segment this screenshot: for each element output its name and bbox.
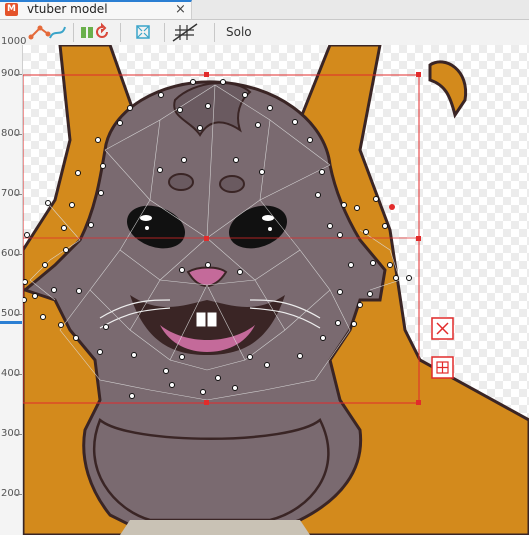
model-artwork bbox=[23, 45, 529, 535]
vertical-ruler: 1000 900 800 700 600 500 400 300 200 bbox=[0, 36, 26, 535]
toolbar: Solo bbox=[0, 20, 529, 46]
toolbar-separator bbox=[214, 23, 215, 42]
ruler-position-marker bbox=[0, 321, 22, 324]
canvas-viewport[interactable] bbox=[23, 45, 529, 535]
toolbar-separator bbox=[73, 23, 74, 42]
tab-bar: M vtuber model × bbox=[0, 0, 529, 20]
app-logo-icon: M bbox=[5, 3, 18, 16]
close-icon[interactable]: × bbox=[175, 2, 186, 17]
tab-title: vtuber model bbox=[27, 2, 108, 16]
rotate-icon[interactable] bbox=[94, 22, 110, 43]
solo-toggle[interactable]: Solo bbox=[226, 25, 252, 39]
mesh-edit-icon[interactable] bbox=[28, 22, 68, 43]
deformer-icon[interactable] bbox=[80, 22, 94, 43]
delete-box-icon[interactable] bbox=[431, 317, 454, 340]
tab-vtuber-model[interactable]: M vtuber model × bbox=[0, 0, 192, 19]
grid-icon[interactable] bbox=[170, 22, 200, 43]
fit-view-icon[interactable] bbox=[134, 22, 152, 43]
toolbar-separator bbox=[120, 23, 121, 42]
grid-box-icon[interactable] bbox=[431, 356, 454, 379]
toolbar-separator bbox=[164, 23, 165, 42]
